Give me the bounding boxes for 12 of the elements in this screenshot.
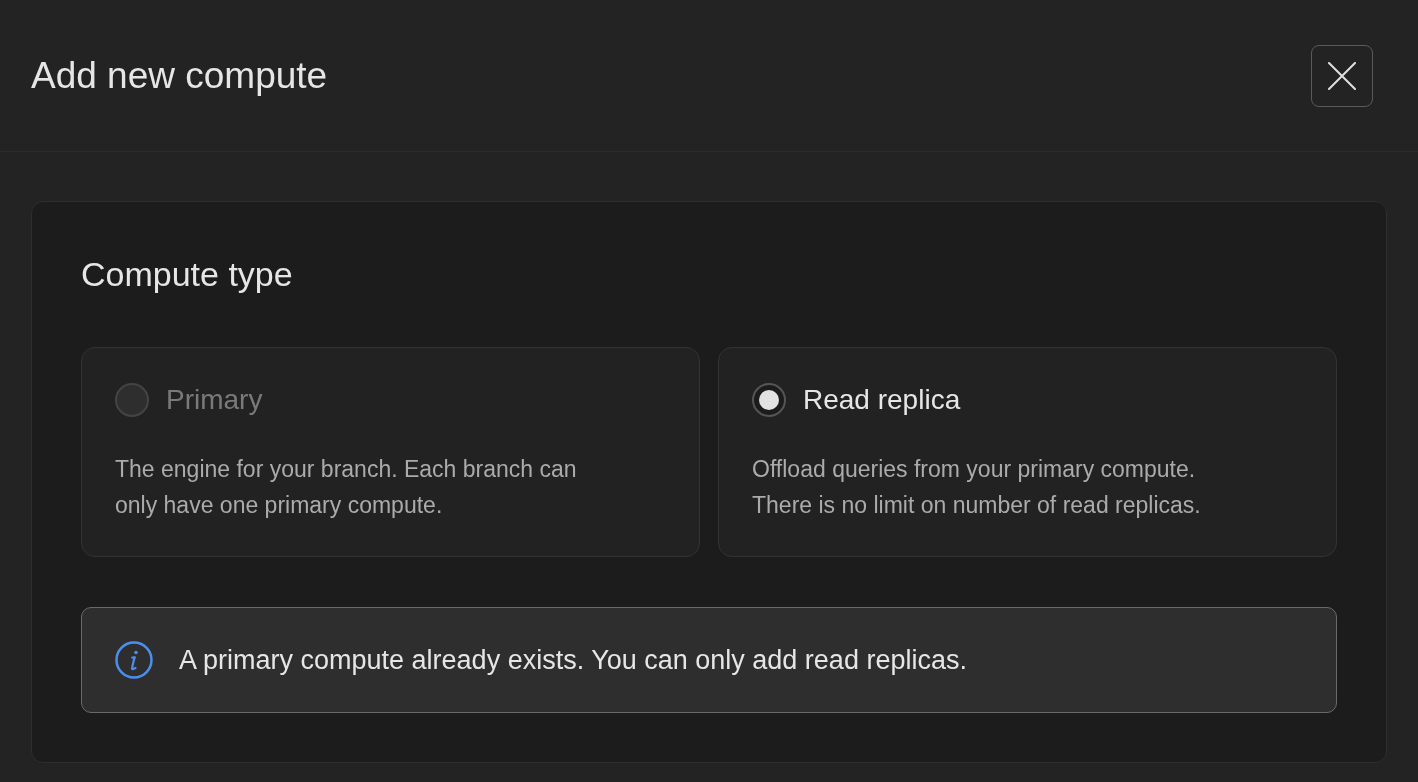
option-description: The engine for your branch. Each branch can only have one primary compute.	[115, 455, 578, 520]
info-icon	[115, 641, 153, 679]
option-label: Primary	[166, 383, 263, 417]
option-card[interactable]: Read replica Offload queries from your primary compute. There is no limit on number of read replicas.	[718, 347, 1337, 557]
dialog-title: Add new compute	[31, 53, 328, 98]
radio-button[interactable]	[752, 383, 786, 417]
close-button[interactable]	[1311, 44, 1373, 107]
option-label: Read replica	[803, 383, 961, 417]
close-icon	[1328, 61, 1356, 90]
notice-text: A primary compute already exists. You can only add read replicas.	[179, 644, 967, 677]
section-heading: Compute type	[81, 254, 294, 294]
option-description: Offload queries from your primary compute. There is no limit on number of read replicas.	[752, 455, 1202, 520]
